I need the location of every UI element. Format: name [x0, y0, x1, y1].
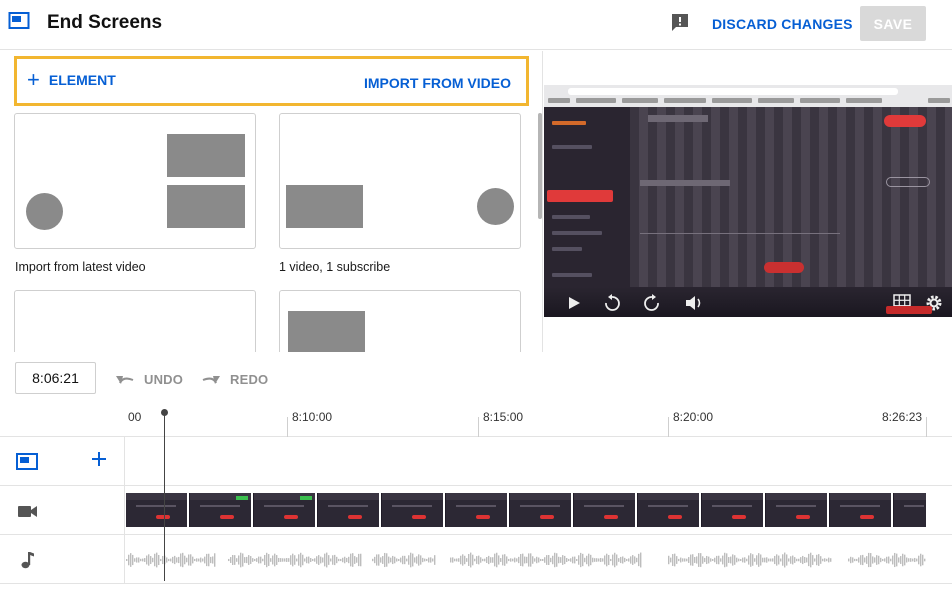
undo-icon — [116, 376, 134, 384]
music-note-icon — [21, 552, 34, 569]
undo-button[interactable]: UNDO — [114, 368, 183, 390]
redo-button[interactable]: REDO — [200, 368, 268, 390]
video-preview — [544, 85, 952, 317]
feedback-icon[interactable] — [669, 12, 691, 34]
forward-10-icon[interactable] — [642, 294, 662, 312]
actions-bar: + ELEMENT IMPORT FROM VIDEO — [14, 56, 529, 106]
editor-header: End Screens DISCARD CHANGES SAVE — [0, 0, 952, 50]
template-label: 1 video, 1 subscribe — [279, 260, 391, 274]
video-filmstrip[interactable] — [126, 493, 926, 527]
play-icon[interactable] — [564, 294, 584, 312]
tick-label: 8:15:00 — [483, 410, 524, 424]
subscribe-placeholder — [26, 193, 63, 230]
tick-label: 8:20:00 — [673, 410, 714, 424]
video-camera-icon — [18, 506, 37, 517]
page-title: End Screens — [47, 12, 163, 33]
tick-label: 8:26:23 — [882, 410, 923, 424]
volume-icon[interactable] — [684, 294, 704, 312]
preview-browser-bar — [544, 85, 952, 107]
add-element-label: ELEMENT — [48, 72, 116, 88]
timeline-ruler[interactable]: 00 8:10:00 8:15:00 8:20:00 8:26:23 — [0, 405, 952, 437]
audio-waveform[interactable] — [126, 542, 926, 578]
video-placeholder — [288, 311, 365, 352]
preview-main — [630, 107, 952, 287]
video-placeholder — [167, 134, 245, 177]
template-card-import-latest[interactable] — [14, 113, 256, 249]
undo-label: UNDO — [144, 371, 184, 387]
save-button[interactable]: SAVE — [860, 6, 926, 41]
element-track-icon — [16, 453, 38, 470]
redo-label: REDO — [230, 371, 269, 387]
template-card[interactable] — [14, 290, 256, 352]
template-label: Import from latest video — [15, 260, 146, 274]
end-screen-icon — [8, 12, 30, 29]
video-placeholder — [167, 185, 245, 228]
add-element-button[interactable]: + ELEMENT — [27, 67, 116, 92]
playhead-handle[interactable] — [161, 409, 168, 416]
import-from-video-button[interactable]: IMPORT FROM VIDEO — [364, 75, 511, 91]
preview-logout-button — [884, 115, 926, 127]
playhead[interactable] — [164, 413, 165, 581]
element-panel: + ELEMENT IMPORT FROM VIDEO Import from … — [0, 51, 543, 352]
preview-sidebar — [544, 107, 630, 287]
template-card[interactable] — [279, 290, 521, 352]
subscribe-placeholder — [477, 188, 514, 225]
video-placeholder — [286, 185, 363, 228]
element-track — [0, 437, 952, 486]
youtube-logo — [886, 306, 932, 314]
plus-icon: + — [27, 67, 40, 92]
template-card-1-video-1-subscribe[interactable] — [279, 113, 521, 249]
discard-changes-button[interactable]: DISCARD CHANGES — [706, 10, 859, 38]
tick-label: 00 — [128, 410, 142, 424]
tick-label: 8:10:00 — [292, 410, 333, 424]
redo-icon — [202, 376, 220, 384]
add-element-icon[interactable] — [89, 449, 109, 469]
timecode-input[interactable]: 8:06:21 — [15, 362, 96, 394]
rewind-10-icon[interactable] — [602, 294, 622, 312]
panel-scrollbar[interactable] — [538, 113, 542, 219]
